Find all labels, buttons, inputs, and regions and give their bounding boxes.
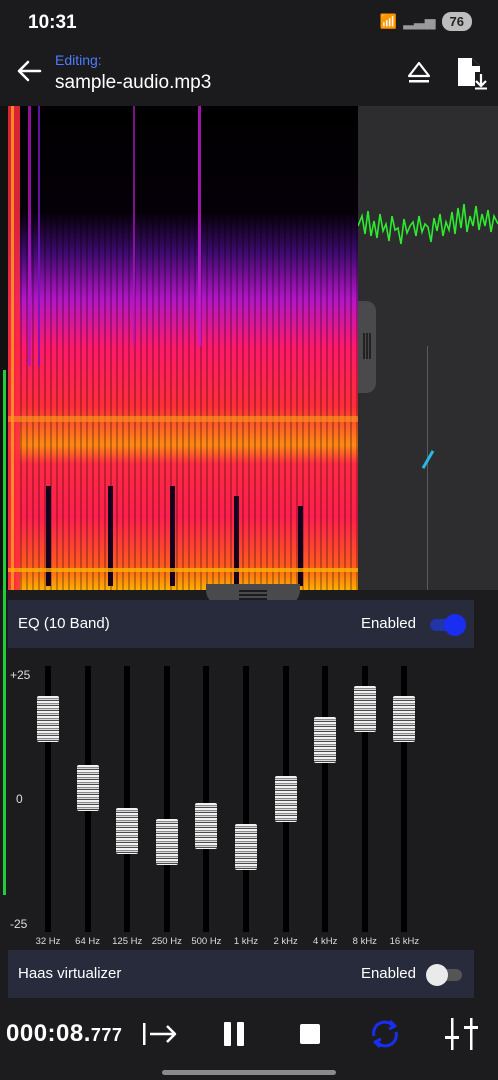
waveform-scope <box>358 203 498 245</box>
eq-band-label: 16 kHz <box>389 936 420 947</box>
mixer-icon[interactable] <box>442 1014 482 1054</box>
spectrogram[interactable] <box>8 106 358 590</box>
status-bar: 10:31 📶 ▂▃▅ 76 <box>0 0 498 46</box>
eq-slider-thumb[interactable] <box>353 685 376 732</box>
y-label-min: -25 <box>10 917 28 931</box>
home-indicator <box>162 1070 336 1075</box>
playback-time: 000:08.777 <box>6 1020 122 1048</box>
eq-slider-track[interactable] <box>163 666 170 932</box>
eq-enabled-label: Enabled <box>360 615 416 632</box>
eq-slider-thumb[interactable] <box>235 823 257 870</box>
loop-icon[interactable] <box>365 1014 405 1054</box>
eq-band-6: 2 kHz <box>266 666 306 947</box>
haas-enabled-toggle[interactable] <box>426 964 462 986</box>
eq-slider-thumb[interactable] <box>76 765 99 812</box>
eq-slider-track[interactable] <box>124 666 131 932</box>
eq-enabled-toggle[interactable] <box>430 614 466 636</box>
battery-badge: 76 <box>441 12 472 31</box>
panel-drag-handle[interactable] <box>358 301 376 393</box>
eq-slider-thumb[interactable] <box>393 696 416 743</box>
eq-band-9: 16 kHz <box>384 666 424 947</box>
eq-band-8: 8 kHz <box>345 666 385 947</box>
eq-slider-thumb[interactable] <box>155 818 178 865</box>
eq-band-0: 32 Hz <box>28 666 68 947</box>
eq-band-3: 250 Hz <box>147 666 187 947</box>
scope-panel <box>358 106 498 590</box>
status-icons: 📶 ▂▃▅ 76 <box>380 12 472 31</box>
eq-slider-track[interactable] <box>322 666 329 932</box>
app-header: Editing: sample-audio.mp3 <box>0 46 498 106</box>
time-main: 000:08. <box>6 1020 91 1047</box>
y-label-zero: 0 <box>16 792 23 806</box>
back-arrow-icon[interactable] <box>14 56 44 86</box>
haas-enabled-label: Enabled <box>360 965 416 982</box>
eq-title: EQ (10 Band) <box>18 615 110 632</box>
time-ms: 777 <box>90 1025 123 1045</box>
eject-icon[interactable] <box>405 58 433 86</box>
editing-label: Editing: <box>55 52 102 68</box>
eq-slider-thumb[interactable] <box>37 696 59 743</box>
status-time: 10:31 <box>28 12 77 33</box>
eq-band-1: 64 Hz <box>68 666 108 947</box>
file-name: sample-audio.mp3 <box>55 72 212 93</box>
eq-band-2: 125 Hz <box>107 666 147 947</box>
eq-band-5: 1 kHz <box>226 666 266 947</box>
skip-forward-icon[interactable] <box>140 1014 180 1054</box>
eq-slider-thumb[interactable] <box>314 717 337 764</box>
eq-slider-thumb[interactable] <box>274 776 297 822</box>
pause-icon[interactable] <box>214 1014 254 1054</box>
eq-band-4: 500 Hz <box>186 666 226 947</box>
eq-slider-thumb[interactable] <box>116 807 139 854</box>
transport-bar: 000:08.777 <box>0 1000 498 1080</box>
stop-icon[interactable] <box>290 1014 330 1054</box>
eq-slider-thumb[interactable] <box>195 802 218 849</box>
visualizer-area[interactable] <box>0 106 498 590</box>
scope-axis-line <box>427 346 428 590</box>
wifi-calling-icon: 📶 <box>379 13 398 29</box>
save-file-icon[interactable] <box>455 56 487 90</box>
signal-icon: ▂▃▅ <box>403 13 436 29</box>
haas-card: Haas virtualizer Enabled <box>8 950 474 998</box>
haas-title: Haas virtualizer <box>18 965 122 982</box>
eq-slider-track[interactable] <box>203 666 210 932</box>
eq-card: EQ (10 Band) Enabled <box>8 600 474 648</box>
eq-band-7: 4 kHz <box>305 666 345 947</box>
eq-slider-track[interactable] <box>243 666 249 932</box>
level-indicator <box>3 370 6 895</box>
eq-sliders: +25 0 -25 32 Hz 64 Hz 125 Hz 250 Hz 500 Hz 1 … <box>8 654 474 950</box>
